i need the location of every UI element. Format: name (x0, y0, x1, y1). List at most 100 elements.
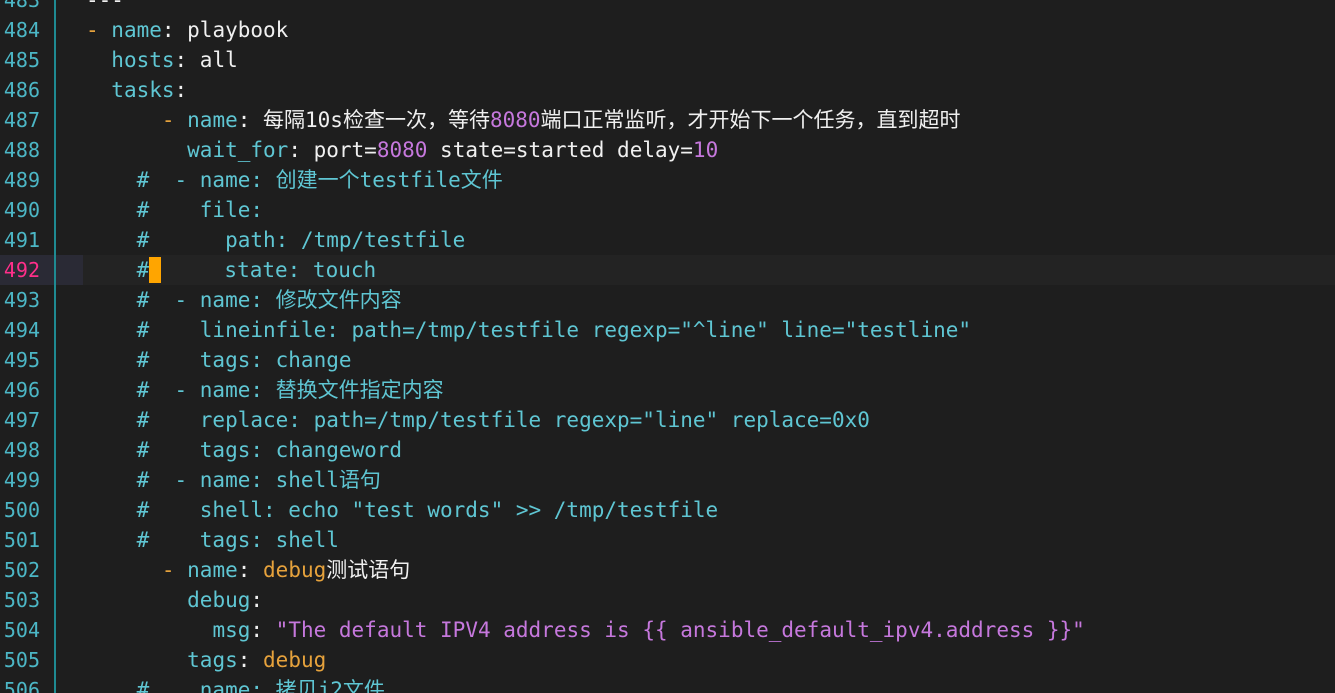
line-number[interactable]: 483 (0, 0, 40, 15)
code-token: : port= (288, 138, 377, 162)
line-content[interactable]: - name: 每隔10s检查一次，等待8080端口正常监听，才开始下一个任务，… (86, 105, 961, 135)
line-content[interactable]: hosts: all (86, 45, 237, 75)
code-token: msg (212, 618, 251, 642)
line-number[interactable]: 484 (0, 15, 40, 45)
code-line[interactable]: 504 msg: "The default IPV4 address is {{… (0, 615, 1335, 645)
code-token: 8080 (376, 138, 428, 162)
code-token: debug (263, 558, 327, 582)
line-content[interactable]: # replace: path=/tmp/testfile regexp="li… (86, 405, 870, 435)
code-token: # - name: shell语句 (86, 468, 381, 492)
code-line[interactable]: 486 tasks: (0, 75, 1335, 105)
line-content[interactable]: # file: (86, 195, 263, 225)
line-content[interactable]: # - name: shell语句 (86, 465, 381, 495)
line-content[interactable]: wait_for: port=8080 state=started delay=… (86, 135, 718, 165)
line-number[interactable]: 499 (0, 465, 40, 495)
code-line[interactable]: 483 --- (0, 0, 1335, 15)
line-number[interactable]: 496 (0, 375, 40, 405)
code-line[interactable]: 491 # path: /tmp/testfile (0, 225, 1335, 255)
code-line[interactable]: 488 wait_for: port=8080 state=started de… (0, 135, 1335, 165)
code-line[interactable]: 498 # tags: changeword (0, 435, 1335, 465)
line-number[interactable]: 506 (0, 675, 40, 693)
code-token: # (86, 258, 150, 282)
code-token: # name: 拷贝j2文件 (86, 678, 385, 693)
code-token: # shell: echo "test words" >> /tmp/testf… (86, 498, 719, 522)
code-line[interactable]: 496 # - name: 替换文件指定内容 (0, 375, 1335, 405)
code-token: # - name: 创建一个testfile文件 (86, 168, 503, 192)
line-number[interactable]: 502 (0, 555, 40, 585)
code-token: : 每隔10s检查一次，等待 (237, 108, 490, 132)
code-lines[interactable]: 483 --- 484- name: playbook 485 hosts: all 4… (0, 0, 1335, 693)
line-content[interactable]: # tags: change (86, 345, 352, 375)
line-content[interactable]: # shell: echo "test words" >> /tmp/testf… (86, 495, 719, 525)
line-content[interactable]: # - name: 替换文件指定内容 (86, 375, 444, 405)
line-content[interactable]: --- (86, 0, 124, 15)
line-content[interactable]: debug: (86, 585, 263, 615)
line-content[interactable]: tasks: (86, 75, 187, 105)
code-line[interactable]: 503 debug: (0, 585, 1335, 615)
code-line[interactable]: 493 # - name: 修改文件内容 (0, 285, 1335, 315)
code-line[interactable]: 502 - name: debug测试语句 (0, 555, 1335, 585)
code-token: debug (187, 588, 251, 612)
code-line[interactable]: 500 # shell: echo "test words" >> /tmp/t… (0, 495, 1335, 525)
code-line[interactable]: 505 tags: debug (0, 645, 1335, 675)
code-line[interactable]: 485 hosts: all (0, 45, 1335, 75)
code-token: tasks (111, 78, 175, 102)
code-line[interactable]: 494 # lineinfile: path=/tmp/testfile reg… (0, 315, 1335, 345)
code-editor[interactable]: 483 --- 484- name: playbook 485 hosts: all 4… (0, 0, 1335, 693)
line-content[interactable]: - name: playbook (86, 15, 288, 45)
code-line[interactable]: 487 - name: 每隔10s检查一次，等待8080端口正常监听，才开始下一… (0, 105, 1335, 135)
line-number[interactable]: 498 (0, 435, 40, 465)
line-number[interactable]: 485 (0, 45, 40, 75)
code-token: 端口正常监听，才开始下一个任务，直到超时 (540, 108, 961, 132)
code-line[interactable]: 501 # tags: shell (0, 525, 1335, 555)
indent-guide (54, 0, 56, 693)
line-number[interactable]: 504 (0, 615, 40, 645)
code-token: : (250, 618, 276, 642)
code-line[interactable]: 492 # state: touch (0, 255, 1335, 285)
line-number[interactable]: 503 (0, 585, 40, 615)
code-line[interactable]: 484 - name: playbook (0, 15, 1335, 45)
code-line[interactable]: 495 # tags: change (0, 345, 1335, 375)
line-number[interactable]: 500 (0, 495, 40, 525)
line-number[interactable]: 493 (0, 285, 40, 315)
line-content[interactable]: # tags: changeword (86, 435, 403, 465)
line-number[interactable]: 488 (0, 135, 40, 165)
code-line[interactable]: 497 # replace: path=/tmp/testfile regexp… (0, 405, 1335, 435)
line-content[interactable]: # - name: 创建一个testfile文件 (86, 165, 503, 195)
line-number[interactable]: 497 (0, 405, 40, 435)
code-token: - (161, 108, 188, 132)
line-content[interactable]: - name: debug测试语句 (86, 555, 410, 585)
code-line[interactable]: 506 # name: 拷贝j2文件 (0, 675, 1335, 693)
code-token: 10 (692, 138, 719, 162)
line-content[interactable]: # state: touch (86, 255, 376, 285)
text-cursor (149, 256, 162, 283)
line-content[interactable]: # - name: 修改文件内容 (86, 285, 402, 315)
line-content[interactable]: # path: /tmp/testfile (86, 225, 466, 255)
line-number[interactable]: 492 (0, 255, 40, 285)
code-token: name (111, 18, 162, 42)
line-content[interactable]: # name: 拷贝j2文件 (86, 675, 385, 693)
code-token: name (187, 108, 238, 132)
code-token: wait_for (187, 138, 289, 162)
line-content[interactable]: # tags: shell (86, 525, 339, 555)
line-number[interactable]: 505 (0, 645, 40, 675)
line-number[interactable]: 495 (0, 345, 40, 375)
line-content[interactable]: tags: debug (86, 645, 326, 675)
line-number[interactable]: 486 (0, 75, 40, 105)
line-number[interactable]: 487 (0, 105, 40, 135)
line-number[interactable]: 489 (0, 165, 40, 195)
line-number[interactable]: 490 (0, 195, 40, 225)
line-number[interactable]: 491 (0, 225, 40, 255)
line-content[interactable]: # lineinfile: path=/tmp/testfile regexp=… (86, 315, 971, 345)
code-token: : (237, 558, 264, 582)
code-line[interactable]: 490 # file: (0, 195, 1335, 225)
line-number[interactable]: 501 (0, 525, 40, 555)
code-line[interactable]: 489 # - name: 创建一个testfile文件 (0, 165, 1335, 195)
code-token: : (237, 648, 264, 672)
line-number[interactable]: 494 (0, 315, 40, 345)
code-line[interactable]: 499 # - name: shell语句 (0, 465, 1335, 495)
code-token: state=started delay= (427, 138, 693, 162)
line-content[interactable]: msg: "The default IPV4 address is {{ ans… (86, 615, 1084, 645)
